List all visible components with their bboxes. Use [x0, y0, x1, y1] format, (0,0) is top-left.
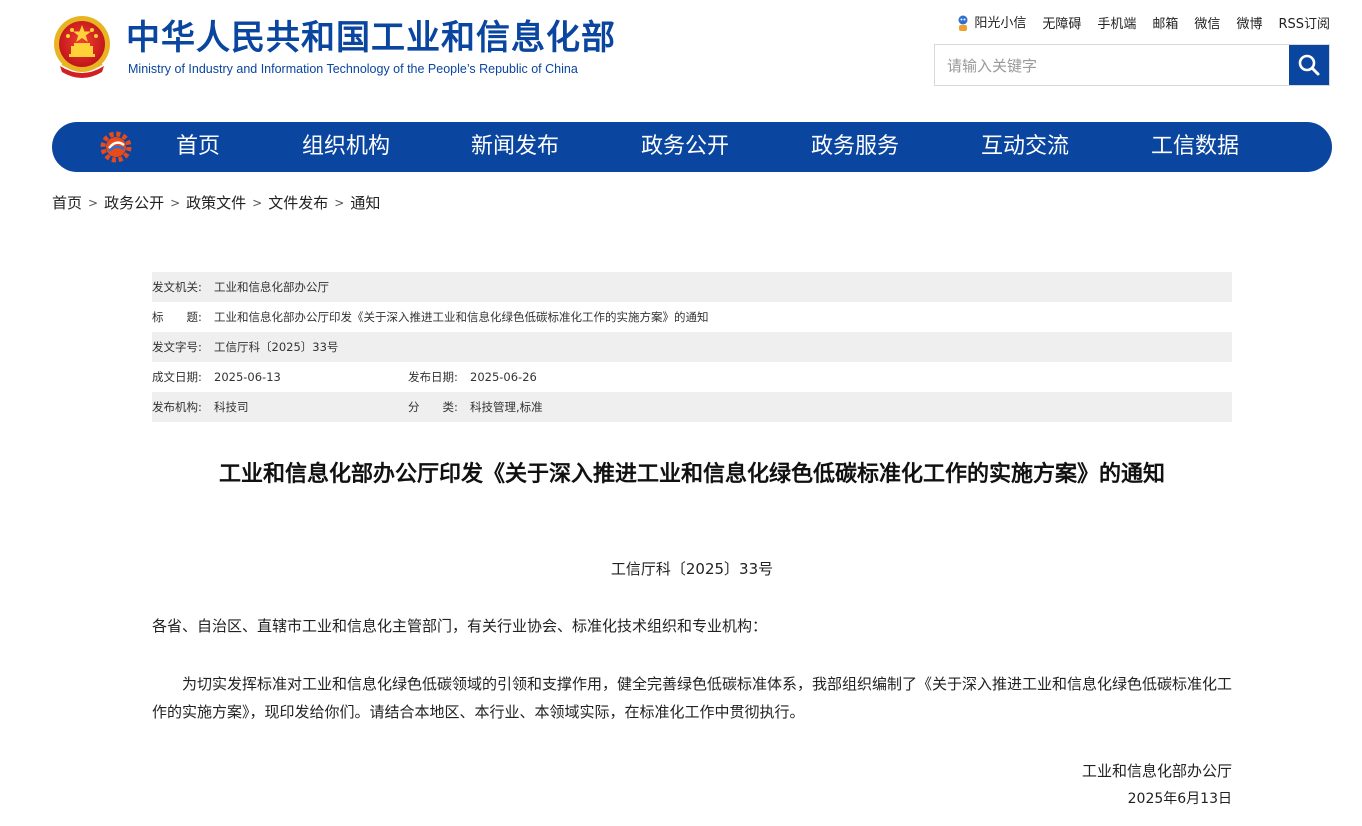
article-title: 工业和信息化部办公厅印发《关于深入推进工业和信息化绿色低碳标准化工作的实施方案》… [218, 462, 1165, 487]
gear-logo-icon [100, 131, 132, 163]
article-sign-org: 工业和信息化部办公厅 [1081, 762, 1232, 780]
meta-published-value: 2025-06-26 [470, 370, 537, 384]
article-salutation: 各省、自治区、直辖市工业和信息化主管部门，有关行业协会、标准化技术组织和专业机构… [152, 617, 768, 635]
site-title: 中华人民共和国工业和信息化部 [126, 18, 616, 58]
site-subtitle-en: Ministry of Industry and Information Tec… [128, 62, 578, 76]
meta-issuer-label: 发文机关: [152, 280, 202, 294]
meta-row-docno: 发文字号: 工信厅科〔2025〕33号 [152, 332, 1232, 362]
meta-docno-value: 工信厅科〔2025〕33号 [214, 340, 339, 354]
top-links: 阳光小信 无障碍 手机端 邮箱 微信 微博 RSS订阅 [956, 12, 1330, 33]
top-link-sunshine[interactable]: 阳光小信 [956, 12, 1026, 33]
nav-news[interactable]: 新闻发布 [471, 122, 559, 172]
meta-published-label: 发布日期: [408, 370, 458, 384]
breadcrumb-separator: > [88, 195, 99, 210]
search-button[interactable] [1289, 45, 1329, 85]
nav-data[interactable]: 工信数据 [1151, 122, 1239, 172]
main-nav: 首页 组织机构 新闻发布 政务公开 政务服务 互动交流 工信数据 [52, 122, 1332, 172]
top-link-sunshine-label: 阳光小信 [974, 16, 1027, 31]
national-emblem-logo[interactable] [52, 14, 112, 80]
document-meta-table: 发文机关: 工业和信息化部办公厅 标 题: 工业和信息化部办公厅印发《关于深入推… [152, 272, 1232, 422]
breadcrumb-home[interactable]: 首页 [52, 192, 82, 213]
breadcrumb-policy-docs[interactable]: 政策文件 [186, 192, 246, 213]
breadcrumb-notice[interactable]: 通知 [350, 192, 380, 213]
breadcrumb-separator: > [170, 195, 181, 210]
article-doc-number: 工信厅科〔2025〕33号 [610, 560, 774, 578]
top-link-weibo[interactable]: 微博 [1236, 13, 1262, 32]
meta-row-title: 标 题: 工业和信息化部办公厅印发《关于深入推进工业和信息化绿色低碳标准化工作的… [152, 302, 1232, 332]
meta-category-value: 科技管理,标准 [470, 400, 543, 414]
meta-category-label: 分 类: [408, 400, 458, 414]
article-body-paragraph: 为切实发挥标准对工业和信息化绿色低碳领域的引领和支撑作用，健全完善绿色低碳标准体… [152, 675, 1233, 721]
meta-row-org: 发布机构: 科技司 分 类: 科技管理,标准 [152, 392, 1232, 422]
meta-created-value: 2025-06-13 [214, 370, 281, 384]
breadcrumb-separator: > [334, 195, 345, 210]
article-sign-date: 2025年6月13日 [1127, 791, 1232, 807]
top-link-wechat[interactable]: 微信 [1194, 13, 1220, 32]
nav-government-affairs[interactable]: 政务公开 [641, 122, 729, 172]
meta-issuer-value: 工业和信息化部办公厅 [214, 280, 329, 294]
nav-organization[interactable]: 组织机构 [302, 122, 390, 172]
robot-icon [958, 15, 968, 31]
search-input[interactable] [945, 53, 1289, 79]
meta-row-issuer: 发文机关: 工业和信息化部办公厅 [152, 272, 1232, 302]
search-box [934, 44, 1330, 86]
breadcrumb-file-release[interactable]: 文件发布 [268, 192, 328, 213]
meta-title-value: 工业和信息化部办公厅印发《关于深入推进工业和信息化绿色低碳标准化工作的实施方案》… [214, 310, 709, 324]
meta-org-value: 科技司 [214, 400, 249, 414]
breadcrumb-gov-affairs[interactable]: 政务公开 [104, 192, 164, 213]
breadcrumb-separator: > [252, 195, 263, 210]
top-link-rss[interactable]: RSS订阅 [1278, 13, 1330, 32]
search-icon [1298, 54, 1320, 76]
meta-docno-label: 发文字号: [152, 340, 202, 354]
nav-government-services[interactable]: 政务服务 [811, 122, 899, 172]
meta-title-label: 标 题: [152, 310, 202, 324]
breadcrumb: 首页 > 政务公开 > 政策文件 > 文件发布 > 通知 [52, 192, 380, 213]
meta-org-label: 发布机构: [152, 400, 202, 414]
top-link-accessibility[interactable]: 无障碍 [1042, 13, 1081, 32]
meta-row-dates: 成文日期: 2025-06-13 发布日期: 2025-06-26 [152, 362, 1232, 392]
nav-interaction[interactable]: 互动交流 [981, 122, 1069, 172]
top-link-mobile[interactable]: 手机端 [1097, 13, 1136, 32]
meta-created-label: 成文日期: [152, 370, 202, 384]
nav-home[interactable]: 首页 [176, 122, 220, 172]
top-link-mail[interactable]: 邮箱 [1152, 13, 1178, 32]
